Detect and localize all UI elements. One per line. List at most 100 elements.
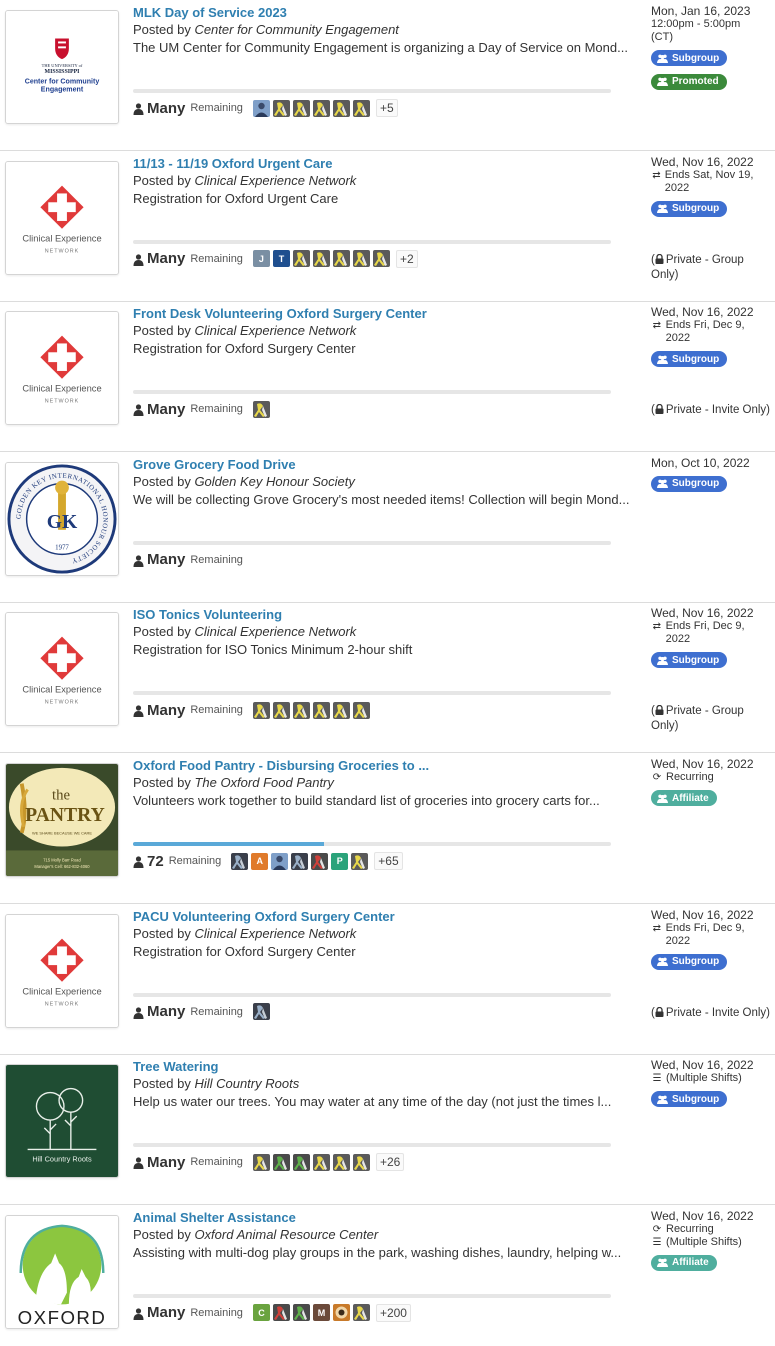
more-attendees-count[interactable]: +2 [395,249,418,268]
posted-by-org: Clinical Experience Network [194,925,357,941]
more-attendees-count[interactable]: +26 [375,1153,405,1172]
badge-row: Subgroup [651,1085,769,1109]
slots-progress-bar [133,390,611,395]
event-card: Clinical Experience NETWORK Front Desk V… [0,301,775,453]
slots-progress-bar [133,239,611,244]
slots-progress-bar [133,992,611,997]
ribbon-avatar-icon [231,852,249,870]
org-logo[interactable]: the PANTRY WE SHARE BECAUSE WE CARE 715 … [5,763,119,877]
attendee-avatars [252,1153,373,1171]
ribbon-avatar-icon [332,250,350,268]
group-icon [657,1258,668,1268]
org-logo[interactable]: OXFORD [5,1214,119,1329]
remaining-count: Many [147,701,186,719]
attendee-avatars: A P [231,852,371,870]
privacy-note: (Private - Group Only) [651,704,771,734]
event-schedule-text: Recurring [666,1222,714,1235]
event-date: Wed, Nov 16, 2022 [651,907,754,922]
badge-row: Subgroup [651,948,769,972]
posted-by-label: Posted by [133,1076,195,1092]
org-logo[interactable]: Clinical Experience NETWORK [5,311,119,426]
event-content: Tree Watering Posted by Hill Country Root… [133,1058,638,1111]
ribbon-avatar-icon [312,250,330,268]
avatar-letter-a: A [251,852,269,870]
event-schedule-line: ☰ (Multiple Shifts) [651,1236,769,1249]
org-logo[interactable]: THE UNIVERSITY of MISSISSIPPI Center for… [5,10,119,124]
attendee-avatars [252,99,373,117]
event-title-link[interactable]: MLK Day of Service 2023 [133,4,638,21]
svg-text:GK: GK [47,511,78,533]
event-title-link[interactable]: ISO Tonics Volunteering [133,606,638,623]
posted-by: Posted by Clinical Experience Network [133,623,638,641]
event-date: Wed, Nov 16, 2022 [651,757,754,771]
remaining-label: Remaining [190,704,243,717]
event-title-link[interactable]: Oxford Food Pantry - Disbursing Grocerie… [133,757,638,774]
event-title-link[interactable]: Grove Grocery Food Drive [133,456,638,473]
ribbon-avatar-icon [332,1153,350,1171]
remaining-row: Many Remaining [133,549,253,571]
slots-progress-bar [133,540,611,545]
person-icon [133,1307,144,1320]
svg-text:Center for Community: Center for Community [25,79,100,86]
event-description: Registration for Oxford Surgery Center [133,943,356,959]
event-schedule-line: (CT) [651,31,769,44]
slots-progress-fill [133,842,325,846]
svg-text:Clinical Experience: Clinical Experience [22,233,101,243]
more-attendees-count[interactable]: +200 [375,1303,411,1322]
svg-text:NETWORK: NETWORK [45,700,79,706]
remaining-label: Remaining [190,1306,243,1319]
remaining-row: Many Remaining [133,398,273,420]
more-attendees-count[interactable]: +65 [374,852,403,870]
slots-progress-bar [133,89,611,93]
event-date: Wed, Nov 16, 2022 [651,606,754,621]
posted-by: Posted by Clinical Experience Network [133,322,638,340]
svg-text:THE UNIVERSITY of: THE UNIVERSITY of [42,63,83,68]
promoted-badge: Promoted [651,73,727,90]
event-schedule-text: Ends Fri, Dec 9, 2022 [665,921,745,947]
org-logo[interactable]: Clinical Experience NETWORK [5,160,119,275]
event-description: Registration for Oxford Urgent Care [133,190,339,206]
avatar-letter-m: M [312,1304,330,1322]
remaining-row: Many Remaining +5 [133,97,398,119]
ribbon-avatar-icon [291,852,309,870]
ribbon-avatar-icon [352,99,370,117]
remaining-row: Many Remaining +26 [133,1151,405,1173]
org-logo[interactable]: Hill Country Roots [5,1064,119,1179]
posted-by-label: Posted by [133,925,195,941]
lock-icon [655,705,664,716]
org-logo[interactable]: Clinical Experience NETWORK [5,913,119,1028]
posted-by-org: Clinical Experience Network [194,624,357,640]
posted-by-org: Clinical Experience Network [194,172,357,188]
attendee-avatars [252,701,373,719]
affiliate-badge: Affiliate [651,1254,717,1271]
event-description: Assisting with multi-dog play groups in … [133,1244,622,1260]
event-description: Registration for ISO Tonics Minimum 2-ho… [133,642,413,658]
svg-text:NETWORK: NETWORK [45,1001,79,1007]
org-logo[interactable]: Clinical Experience NETWORK [5,612,119,727]
group-icon [657,355,668,364]
event-title-link[interactable]: Animal Shelter Assistance [133,1209,638,1226]
ribbon-avatar-icon [352,1304,370,1322]
event-card: the PANTRY WE SHARE BECAUSE WE CARE 715 … [0,753,775,904]
event-title-link[interactable]: 11/13 - 11/19 Oxford Urgent Care [133,155,638,172]
ribbon-avatar-icon [312,1153,330,1171]
remaining-label: Remaining [190,403,243,416]
avatar-photo [271,852,289,870]
ribbon-avatar-icon [352,250,370,268]
more-attendees-count[interactable]: +5 [375,99,398,117]
posted-by: Posted by Center for Community Engagemen… [133,21,638,39]
event-schedule-text: 12:00pm - 5:00pm [651,18,741,30]
badge-label: Subgroup [672,203,720,215]
org-logo[interactable]: GOLDEN KEY INTERNATIONAL HONOUR SOCIETY … [5,461,119,576]
event-meta: Mon, Jan 16, 2023 12:00pm - 5:00pm (CT) Sub… [651,4,769,91]
group-icon [657,957,668,967]
ribbon-avatar-icon [312,701,330,719]
subgroup-badge: Subgroup [651,953,728,970]
date-range-icon: ⇄ [652,922,662,934]
event-title-link[interactable]: Tree Watering [133,1058,638,1075]
svg-text:Clinical Experience: Clinical Experience [22,986,101,996]
event-card: OXFORD Animal Shelter Assistance Posted b… [0,1205,775,1346]
event-title-link[interactable]: Front Desk Volunteering Oxford Surgery C… [133,305,638,322]
event-title-link[interactable]: PACU Volunteering Oxford Surgery Center [133,908,638,925]
privacy-text: Private - Group Only) [651,253,744,281]
